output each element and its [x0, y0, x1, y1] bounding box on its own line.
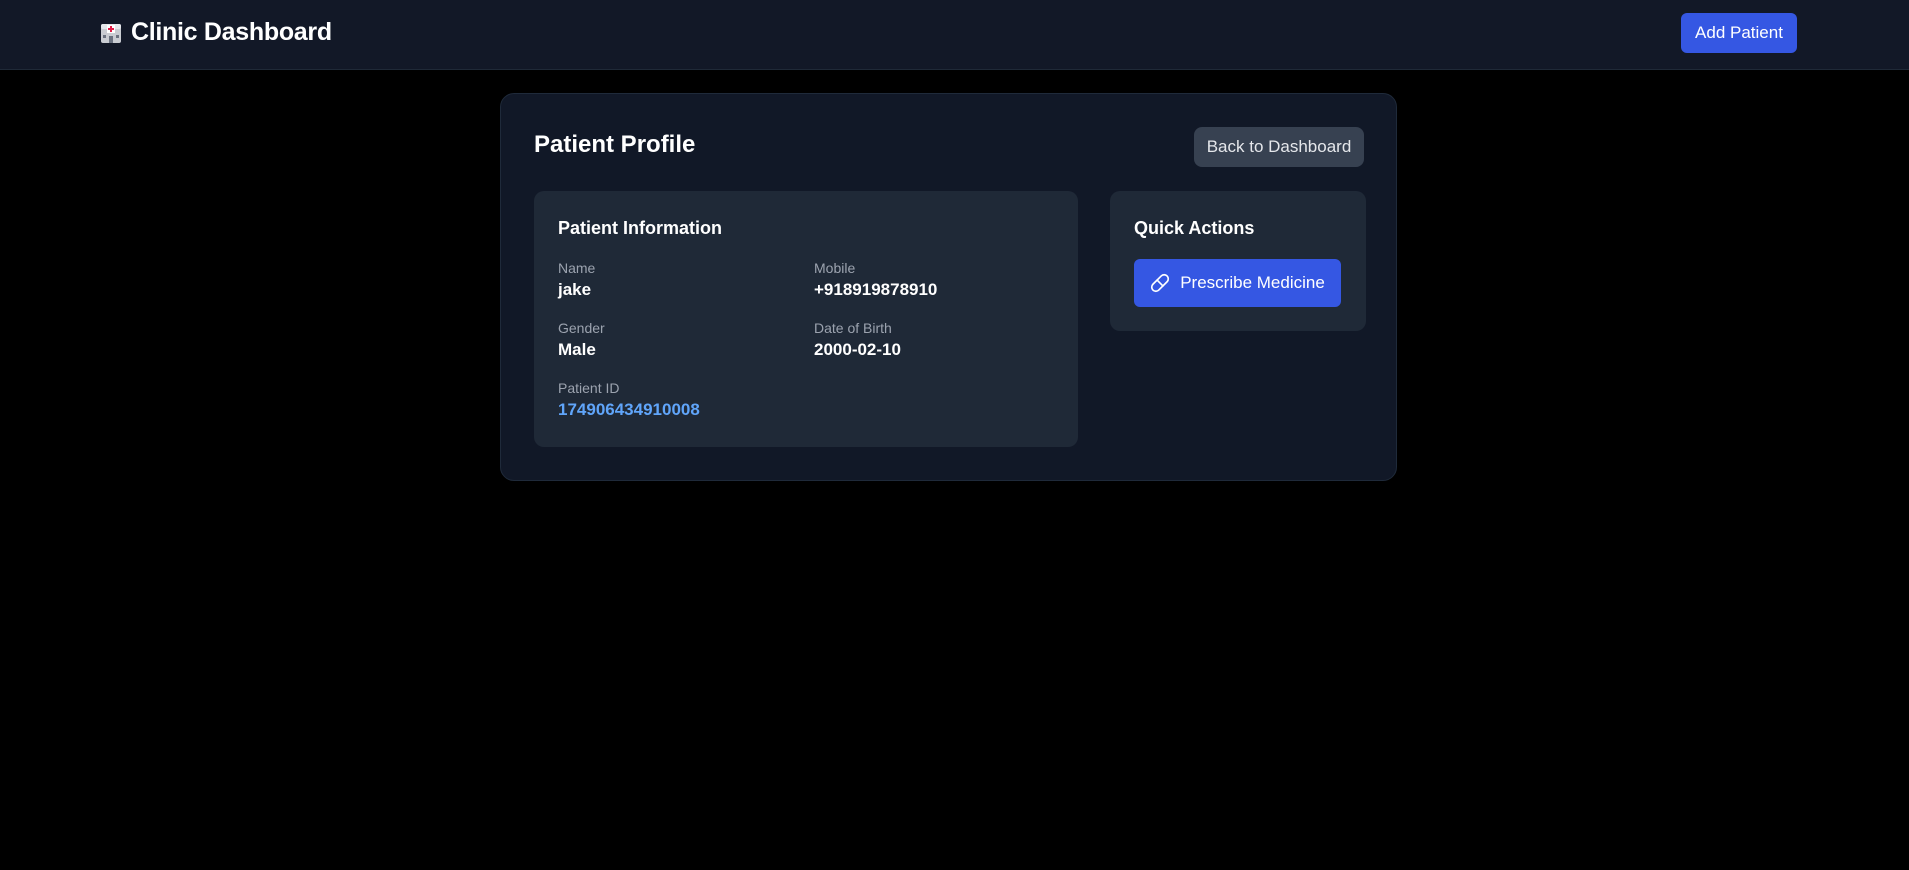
patient-information-panel: Patient Information Name jake Mobile +91… — [534, 191, 1078, 447]
app-brand: Clinic Dashboard — [99, 18, 332, 47]
field-mobile: Mobile +918919878910 — [814, 259, 937, 300]
prescribe-medicine-label: Prescribe Medicine — [1180, 273, 1325, 292]
page-title: Patient Profile — [534, 131, 696, 158]
field-gender: Gender Male — [558, 319, 605, 360]
quick-actions-panel: Quick Actions Prescribe Medicine — [1110, 191, 1366, 331]
prescribe-medicine-button[interactable]: Prescribe Medicine — [1134, 259, 1341, 307]
patient-information-title: Patient Information — [558, 218, 723, 238]
field-name-label: Name — [558, 260, 596, 276]
field-patient-id: Patient ID 174906434910008 — [558, 379, 700, 420]
field-mobile-label: Mobile — [814, 260, 856, 276]
field-date-of-birth-label: Date of Birth — [814, 320, 892, 336]
field-name-value: jake — [558, 280, 592, 299]
field-date-of-birth: Date of Birth 2000-02-10 — [814, 319, 901, 360]
patient-id-link[interactable]: 174906434910008 — [558, 400, 700, 420]
back-to-dashboard-button[interactable]: Back to Dashboard — [1194, 127, 1364, 167]
field-date-of-birth-value: 2000-02-10 — [814, 340, 901, 359]
hospital-icon — [101, 23, 121, 43]
field-mobile-value: +918919878910 — [814, 280, 938, 299]
field-name: Name jake — [558, 259, 595, 300]
field-patient-id-label: Patient ID — [558, 380, 620, 396]
app-title: Clinic Dashboard — [131, 18, 332, 46]
field-gender-value: Male — [558, 340, 596, 359]
pill-icon — [1151, 273, 1170, 293]
top-navbar: Clinic Dashboard Add Patient — [0, 0, 1909, 70]
patient-profile-card: Patient Profile Back to Dashboard Patien… — [500, 93, 1397, 481]
add-patient-button[interactable]: Add Patient — [1681, 13, 1797, 53]
quick-actions-title: Quick Actions — [1134, 218, 1255, 238]
field-gender-label: Gender — [558, 320, 605, 336]
